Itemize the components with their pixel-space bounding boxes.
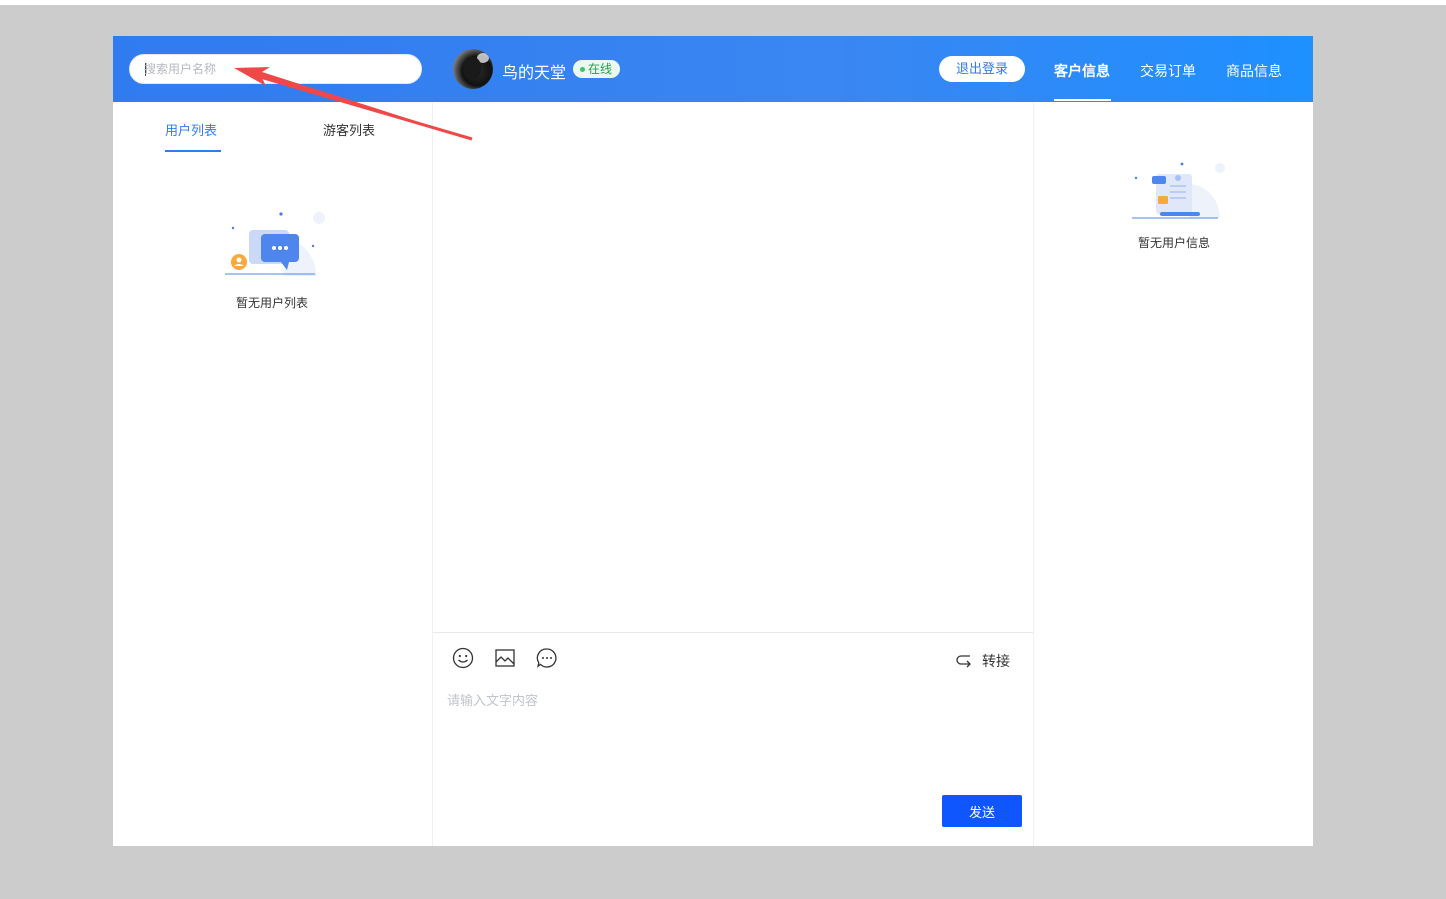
composer-toolbar: 转接	[433, 632, 1033, 680]
tab-products[interactable]: 商品信息	[1226, 61, 1282, 81]
left-panel: 用户列表 游客列表 暂无用户列表	[113, 102, 433, 846]
transfer-button[interactable]: 转接	[956, 651, 1010, 671]
empty-user-info-illustration-icon	[1132, 162, 1225, 219]
avatar-silhouette	[463, 57, 481, 79]
status-label: 在线	[588, 62, 613, 76]
emoji-icon[interactable]	[452, 647, 474, 669]
tab-user-list[interactable]: 用户列表	[165, 120, 217, 139]
left-tab-indicator	[165, 150, 221, 152]
empty-chat-illustration-icon	[225, 212, 325, 276]
avatar[interactable]	[453, 49, 493, 89]
message-input[interactable]	[447, 690, 1017, 780]
logout-button[interactable]: 退出登录	[939, 56, 1025, 82]
image-icon[interactable]	[494, 647, 516, 669]
tab-orders[interactable]: 交易订单	[1140, 61, 1196, 81]
empty-user-list-text: 暂无用户列表	[235, 296, 308, 310]
empty-user-info-text: 暂无用户信息	[1137, 236, 1210, 250]
search-box[interactable]	[129, 54, 422, 84]
customer-service-app: 鸟的天堂 在线 退出登录 客户信息 交易订单 商品信息 用户列表 游客列表	[113, 36, 1313, 846]
chat-panel: 转接 发送	[433, 102, 1033, 846]
shop-name: 鸟的天堂	[502, 63, 567, 82]
active-tab-indicator	[1054, 99, 1111, 101]
online-dot-icon	[580, 66, 585, 72]
send-button[interactable]: 发送	[942, 795, 1022, 827]
header-bar: 鸟的天堂 在线 退出登录 客户信息 交易订单 商品信息	[113, 36, 1313, 102]
tab-customer-info[interactable]: 客户信息	[1054, 61, 1110, 81]
right-panel: 暂无用户信息	[1033, 102, 1313, 846]
transfer-icon	[956, 655, 971, 668]
search-input[interactable]	[144, 55, 404, 83]
transfer-label: 转接	[982, 654, 1010, 670]
status-badge: 在线	[573, 60, 621, 78]
top-strip	[0, 0, 1446, 5]
tab-visitor-list[interactable]: 游客列表	[323, 120, 375, 139]
quick-reply-icon[interactable]	[536, 647, 558, 669]
